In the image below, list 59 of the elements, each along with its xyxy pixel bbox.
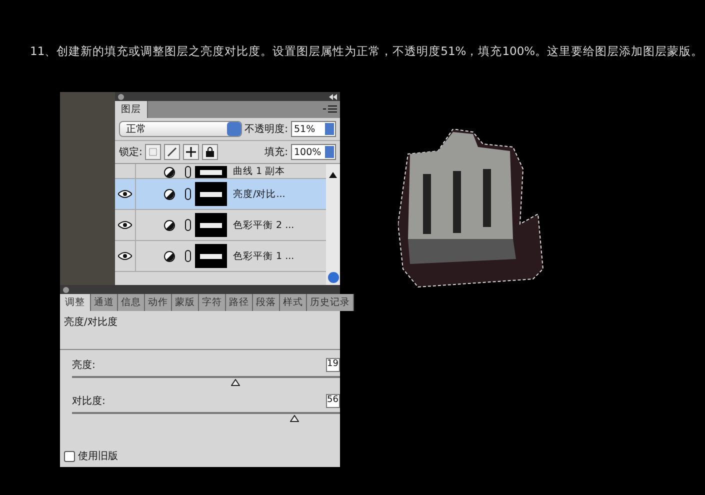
lock-icon[interactable] [202, 144, 218, 160]
value-field[interactable]: 56 [326, 394, 340, 408]
adjustment-icon [164, 167, 175, 178]
blend-mode-dropdown[interactable]: 正常 [119, 121, 242, 137]
slider-thumb[interactable] [231, 379, 240, 386]
fill-field[interactable]: 100% [291, 144, 336, 160]
adjustment-icon [164, 188, 175, 200]
slider-label: 对比度: [72, 394, 106, 408]
panel-tab[interactable]: 段落 [253, 294, 280, 311]
link-icon [185, 250, 191, 262]
panel-tab[interactable]: 图层 [115, 101, 148, 118]
slider-thumb[interactable] [290, 415, 300, 422]
layer-name: 亮度/对比... [233, 188, 286, 200]
layer-name: 曲线 1 副本 [233, 165, 286, 178]
close-icon[interactable] [118, 94, 124, 100]
checkbox-label: 使用旧版 [78, 450, 118, 463]
link-icon [185, 166, 191, 178]
layer-row[interactable]: 色彩平衡 1 ... [115, 241, 326, 272]
panel-tab[interactable]: 历史记录 [307, 294, 354, 311]
value-field[interactable]: 19 [326, 358, 340, 372]
brush-icon[interactable] [164, 144, 180, 160]
panel-tab[interactable]: 通道 [91, 294, 118, 311]
opacity-label: 不透明度: [244, 122, 288, 136]
panel-tab[interactable]: 蒙版 [172, 294, 199, 311]
link-icon [185, 219, 191, 231]
panel-tab[interactable]: 路径 [226, 294, 253, 311]
opacity-field[interactable]: 51% [291, 121, 336, 137]
eye-icon[interactable] [118, 252, 132, 260]
menu-icon[interactable] [323, 105, 337, 114]
mask-thumbnail [195, 213, 227, 237]
scroll-up-icon[interactable] [329, 172, 337, 178]
adjustment-icon [164, 220, 175, 230]
panel-tab[interactable]: 动作 [145, 294, 172, 311]
close-icon[interactable] [63, 286, 69, 292]
panel-tab[interactable]: 样式 [280, 294, 307, 311]
scroll-thumb[interactable] [328, 272, 338, 283]
fill-label: 填充: [264, 146, 288, 159]
eye-icon[interactable] [118, 221, 132, 229]
panel-tab[interactable]: 字符 [199, 294, 226, 311]
panel-tab[interactable]: 调整 [60, 294, 91, 311]
layer-name: 色彩平衡 2 ... [233, 218, 294, 232]
lock-label: 锁定: [119, 146, 142, 159]
mask-thumbnail [195, 182, 227, 206]
scrollbar[interactable] [326, 164, 340, 285]
mask-thumbnail [195, 244, 227, 268]
legacy-checkbox[interactable] [64, 450, 75, 462]
layer-name: 色彩平衡 1 ... [233, 250, 294, 262]
layer-row[interactable]: 曲线 1 副本 [115, 164, 326, 179]
panel-tab[interactable]: 信息 [118, 294, 145, 311]
eye-icon[interactable] [118, 190, 132, 198]
move-icon[interactable] [183, 144, 200, 160]
layer-row[interactable]: 亮度/对比... [115, 179, 326, 210]
mask-thumbnail [195, 166, 227, 178]
adjustment-icon [164, 250, 175, 262]
link-icon [185, 188, 191, 200]
slider-label: 亮度: [72, 358, 96, 372]
instruction-text: 11、创建新的填充或调整图层之亮度对比度。设置图层属性为正常，不透明度51%，填充100%。这里要给图层添加图层蒙版。 [29, 43, 704, 60]
adjustment-title: 亮度/对比度 [64, 317, 118, 328]
layer-row[interactable]: 色彩平衡 2 ... [115, 210, 326, 241]
